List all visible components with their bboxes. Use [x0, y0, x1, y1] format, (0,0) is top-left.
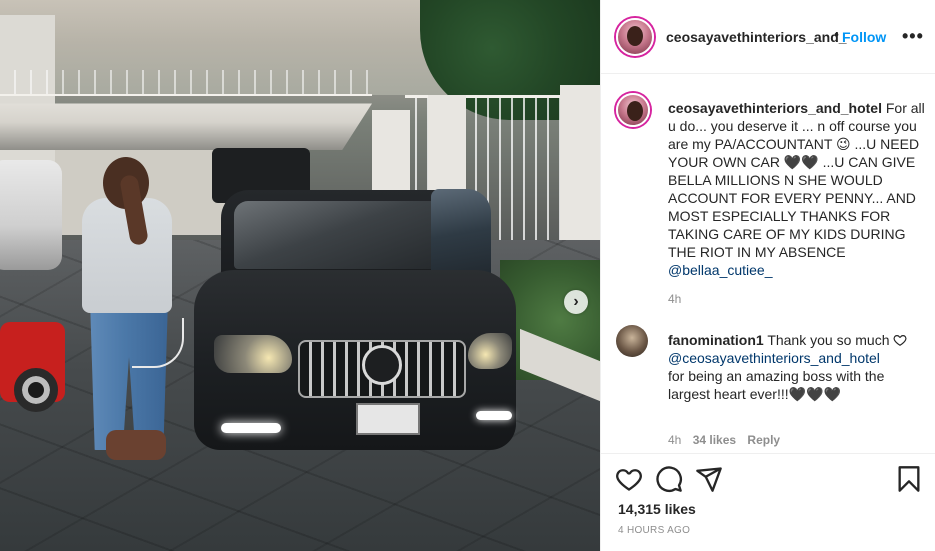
comment-username[interactable]: fanomination1 — [668, 332, 764, 348]
comment-mention-link[interactable]: @ceosayavethinteriors_and_hotel — [668, 350, 880, 366]
comment-like-heart-icon[interactable] — [893, 333, 907, 347]
carport-roof — [0, 103, 372, 150]
comment: fanomination1 Thank you so much @ceosaya… — [668, 331, 893, 403]
woman-feet — [106, 430, 166, 460]
post-details-panel: ceosayavethinteriors_and_ • Follow ••• c… — [600, 0, 935, 551]
car-headlight — [468, 333, 512, 369]
carport-railing — [0, 70, 372, 96]
car-drl — [221, 423, 281, 433]
comments-section[interactable]: ceosayavethinteriors_and_hotel For all u… — [601, 75, 935, 453]
post-header: ceosayavethinteriors_and_ • Follow ••• — [601, 0, 935, 74]
bookmark-icon[interactable] — [895, 465, 923, 493]
car-emblem — [362, 345, 402, 385]
comment-timestamp[interactable]: 4h — [668, 433, 681, 447]
comment-likes[interactable]: 34 likes — [693, 433, 736, 447]
separator-dot: • — [834, 26, 839, 42]
license-plate — [356, 403, 420, 435]
paper-plane-icon[interactable] — [695, 465, 723, 493]
white-suv — [0, 160, 62, 270]
commenter-avatar[interactable] — [616, 325, 648, 357]
likes-count[interactable]: 14,315 likes — [618, 501, 696, 517]
caption-timestamp[interactable]: 4h — [668, 292, 681, 306]
post-actions: 14,315 likes 4 HOURS AGO — [601, 453, 935, 551]
caption-text: For all u do... you deserve it ... n off… — [668, 100, 925, 260]
caption-mention-link[interactable]: @bellaa_cutiee_ — [668, 262, 773, 278]
car-windshield — [234, 201, 452, 269]
black-sedan — [176, 185, 521, 460]
comment-text: Thank you so much — [767, 332, 890, 348]
comment-text-continued: for being an amazing boss with the large… — [668, 368, 885, 402]
post-username[interactable]: ceosayavethinteriors_and_ — [666, 29, 847, 45]
car-drl — [476, 411, 512, 420]
more-options-icon[interactable]: ••• — [902, 26, 924, 47]
post-photo[interactable]: › — [0, 0, 600, 551]
toy-car-wheel — [14, 368, 58, 412]
caption: ceosayavethinteriors_and_hotel For all u… — [668, 99, 926, 279]
chevron-right-icon[interactable]: › — [564, 290, 588, 314]
avatar[interactable] — [616, 18, 654, 56]
heart-icon[interactable] — [615, 465, 643, 493]
reply-button[interactable]: Reply — [747, 433, 780, 447]
car-headlight — [214, 335, 292, 373]
comment-meta: 4h 34 likes Reply — [668, 433, 780, 447]
post-timestamp[interactable]: 4 HOURS AGO — [618, 525, 690, 536]
comment-bubble-icon[interactable] — [655, 465, 683, 493]
caption-username[interactable]: ceosayavethinteriors_and_hotel — [668, 100, 882, 116]
follow-button[interactable]: Follow — [842, 29, 886, 45]
caption-avatar[interactable] — [616, 93, 650, 127]
